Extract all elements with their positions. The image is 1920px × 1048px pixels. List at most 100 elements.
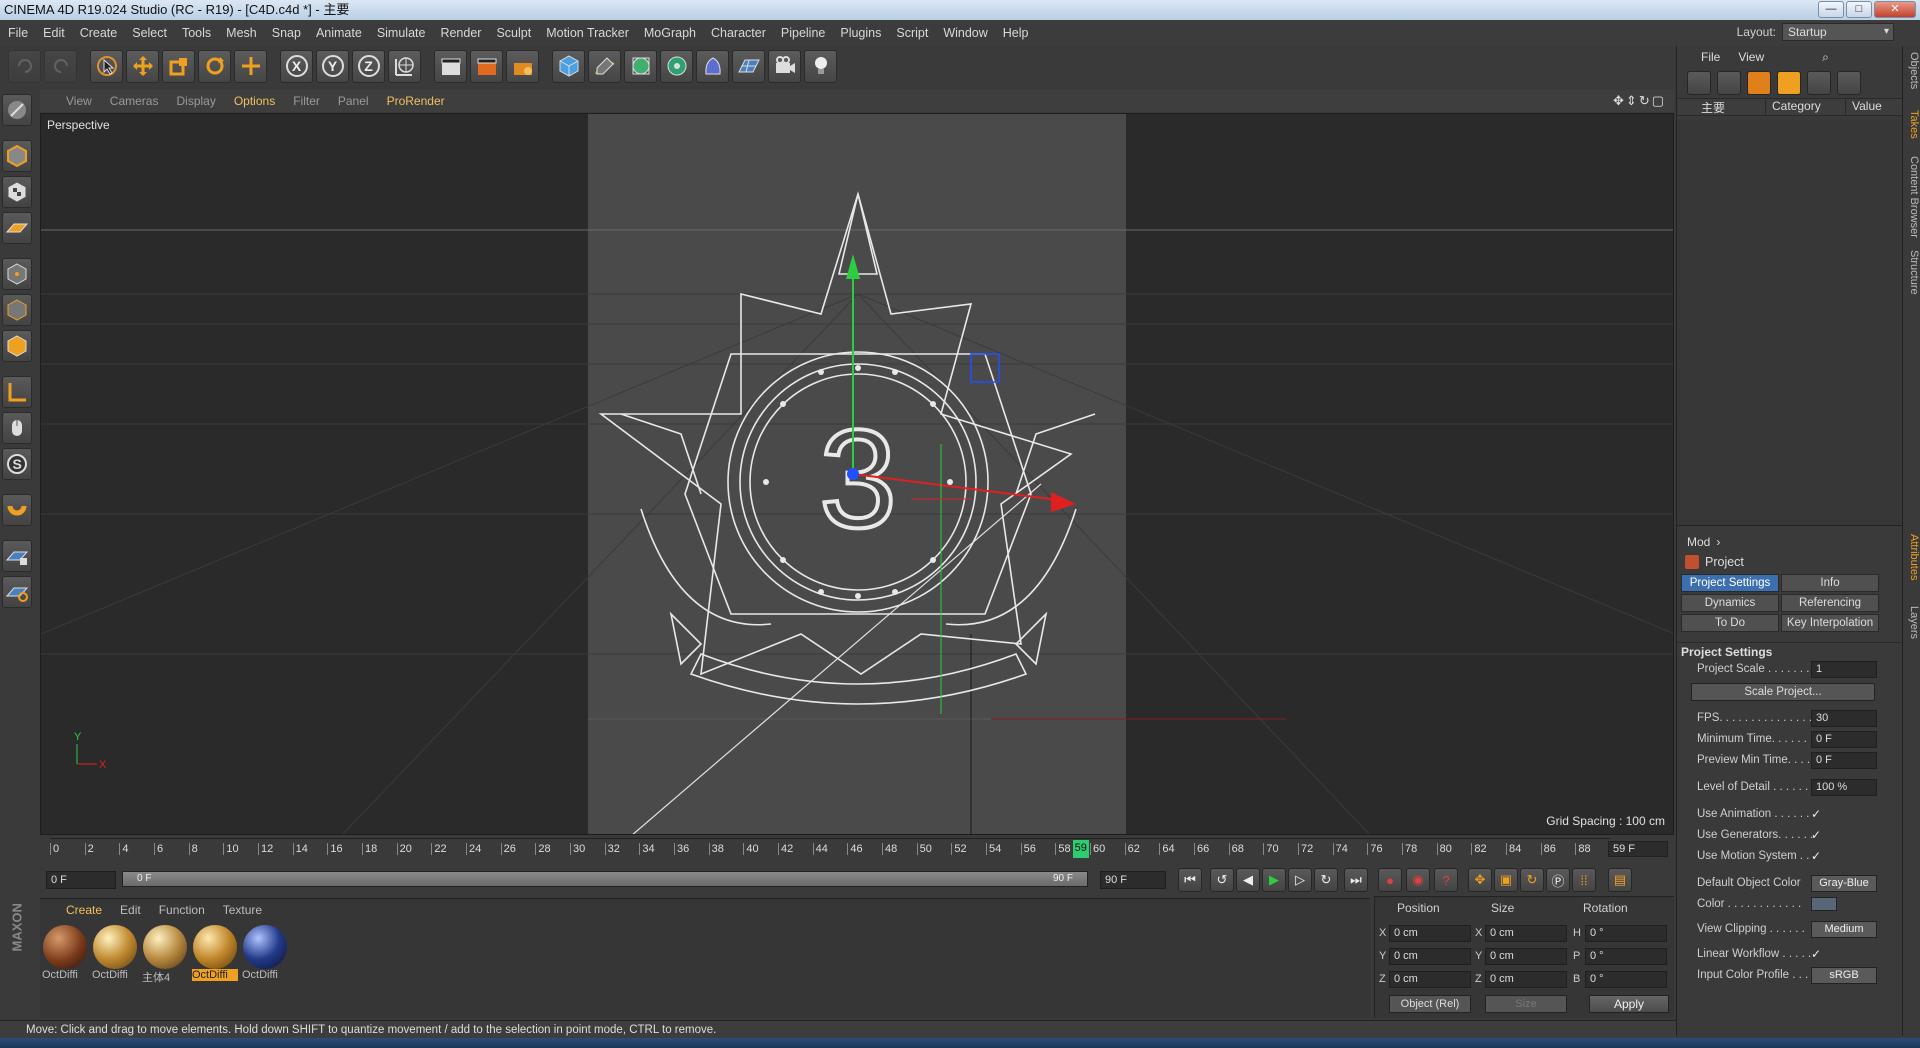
side-tab-takes[interactable]: Takes: [1904, 110, 1920, 139]
render-view-button[interactable]: [434, 49, 467, 83]
cloner-button[interactable]: [660, 49, 693, 83]
menu-sculpt[interactable]: Sculpt: [496, 26, 531, 40]
key-parameter-button[interactable]: Ⓟ: [1546, 868, 1570, 892]
go-to-end-button[interactable]: ⏭: [1344, 868, 1368, 892]
use-animation-checkbox[interactable]: ✓: [1811, 807, 1821, 821]
keyframe-selection-button[interactable]: ?: [1434, 868, 1458, 892]
menu-tools[interactable]: Tools: [182, 26, 211, 40]
end-frame-field[interactable]: 90 F: [1100, 871, 1166, 889]
preview-min-time-field[interactable]: 0 F: [1811, 752, 1877, 769]
level-of-detail-field[interactable]: 100 %: [1811, 779, 1877, 796]
camera-button[interactable]: [768, 49, 801, 83]
planar-workplane-button[interactable]: [2, 576, 32, 608]
record-active-objects-button[interactable]: ●: [1378, 868, 1402, 892]
linear-workflow-checkbox[interactable]: ✓: [1811, 947, 1821, 961]
viewport-navigation-icons[interactable]: ✥⇕↻▢: [1613, 93, 1666, 109]
menu-plugins[interactable]: Plugins: [840, 26, 881, 40]
menu-mograph[interactable]: MoGraph: [644, 26, 696, 40]
workplane-mode-button[interactable]: [2, 212, 32, 244]
material-item[interactable]: OctDiffi: [42, 925, 88, 985]
material-item[interactable]: OctDiffi: [242, 925, 288, 985]
start-frame-field[interactable]: 0 F: [46, 871, 116, 889]
material-menu-function[interactable]: Function: [159, 903, 205, 917]
move-tool-button[interactable]: [126, 49, 159, 83]
input-color-profile-select[interactable]: sRGB: [1811, 967, 1877, 984]
default-object-color-select[interactable]: Gray-Blue: [1811, 875, 1877, 892]
menu-window[interactable]: Window: [943, 26, 987, 40]
previous-frame-button[interactable]: ◀: [1236, 868, 1260, 892]
next-frame-button[interactable]: ▷: [1288, 868, 1312, 892]
menu-script[interactable]: Script: [896, 26, 928, 40]
tab-referencing[interactable]: Referencing: [1781, 594, 1879, 612]
size-y-field[interactable]: 0 cm: [1485, 948, 1567, 965]
key-rotation-button[interactable]: ↻: [1520, 868, 1544, 892]
minimum-time-field[interactable]: 0 F: [1811, 731, 1877, 748]
rotation-p-field[interactable]: 0 °: [1585, 948, 1667, 965]
side-tab-content-browser[interactable]: Content Browser: [1904, 156, 1920, 238]
viewport-menu-display[interactable]: Display: [176, 94, 215, 108]
floor-button[interactable]: [732, 49, 765, 83]
menu-select[interactable]: Select: [132, 26, 167, 40]
perspective-viewport[interactable]: 3 Y X Perspective Grid Spacing: 100 cm: [40, 113, 1674, 835]
solo-button[interactable]: S: [2, 448, 32, 480]
polygons-mode-button[interactable]: [2, 330, 32, 362]
coordinate-mode-select[interactable]: Object (Rel): [1389, 995, 1471, 1013]
take-clapboard-icon[interactable]: [1807, 71, 1831, 95]
tab-to-do[interactable]: To Do: [1681, 614, 1779, 632]
tab-info[interactable]: Info: [1781, 574, 1879, 592]
rotate-tool-button[interactable]: [198, 49, 231, 83]
color-swatch[interactable]: [1811, 897, 1837, 911]
subdivision-surface-button[interactable]: [624, 49, 657, 83]
menu-edit[interactable]: Edit: [43, 26, 65, 40]
size-z-field[interactable]: 0 cm: [1485, 971, 1567, 988]
position-z-field[interactable]: 0 cm: [1389, 971, 1471, 988]
take-add-icon[interactable]: [1687, 71, 1711, 95]
z-axis-lock-button[interactable]: Z: [352, 49, 385, 83]
menu-file[interactable]: File: [8, 26, 28, 40]
transform-tool-button[interactable]: [234, 49, 267, 83]
viewport-menu-filter[interactable]: Filter: [293, 94, 320, 108]
coordinate-system-button[interactable]: [388, 49, 421, 83]
next-key-button[interactable]: ↻: [1314, 868, 1338, 892]
take-list-area[interactable]: [1677, 120, 1903, 526]
material-item[interactable]: OctDiffi: [92, 925, 138, 985]
timeline-ruler[interactable]: 0 2 4 6 8 10 12 14 16 18 20 22 24 26 28 30 32 34 36 38 40 42 4…: [40, 838, 1674, 860]
take-filter-icon[interactable]: [1837, 71, 1861, 95]
search-icon[interactable]: ⌕: [1822, 50, 1829, 65]
side-tab-objects[interactable]: Objects: [1904, 52, 1920, 89]
snap-button[interactable]: [2, 494, 32, 526]
side-tab-layers[interactable]: Layers: [1904, 606, 1920, 639]
key-scale-button[interactable]: ▣: [1494, 868, 1518, 892]
position-y-field[interactable]: 0 cm: [1389, 948, 1471, 965]
undo-button[interactable]: [8, 49, 41, 83]
viewport-menu-panel[interactable]: Panel: [338, 94, 369, 108]
preview-range-slider[interactable]: 0 F 90 F: [122, 871, 1088, 887]
layout-select[interactable]: Startup: [1782, 23, 1894, 41]
autokeying-button[interactable]: ◉: [1406, 868, 1430, 892]
apply-button[interactable]: Apply: [1589, 995, 1669, 1013]
timeline-window-button[interactable]: ▤: [1608, 868, 1632, 892]
object-menu-file[interactable]: File: [1701, 50, 1720, 64]
axis-mode-button[interactable]: [2, 376, 32, 408]
rotation-b-field[interactable]: 0 °: [1585, 971, 1667, 988]
key-point-level-button[interactable]: ⁞⁞: [1572, 868, 1596, 892]
x-axis-lock-button[interactable]: X: [280, 49, 313, 83]
menu-mesh[interactable]: Mesh: [226, 26, 257, 40]
playhead-marker[interactable]: 59: [1072, 840, 1089, 858]
size-mode-select[interactable]: Size: [1485, 995, 1567, 1013]
object-menu-view[interactable]: View: [1738, 50, 1764, 64]
scale-tool-button[interactable]: [162, 49, 195, 83]
menu-character[interactable]: Character: [711, 26, 766, 40]
texture-mode-button[interactable]: [2, 176, 32, 208]
viewport-menu-cameras[interactable]: Cameras: [110, 94, 159, 108]
previous-key-button[interactable]: ↺: [1210, 868, 1234, 892]
material-item[interactable]: 主体4: [142, 925, 188, 985]
take-lock-icon[interactable]: [1777, 71, 1801, 95]
close-button[interactable]: ✕: [1874, 1, 1916, 18]
menu-animate[interactable]: Animate: [316, 26, 362, 40]
take-override-icon[interactable]: [1717, 71, 1741, 95]
take-auto-icon[interactable]: [1747, 71, 1771, 95]
pen-spline-button[interactable]: [588, 49, 621, 83]
make-editable-button[interactable]: [2, 94, 32, 126]
material-menu-texture[interactable]: Texture: [223, 903, 262, 917]
